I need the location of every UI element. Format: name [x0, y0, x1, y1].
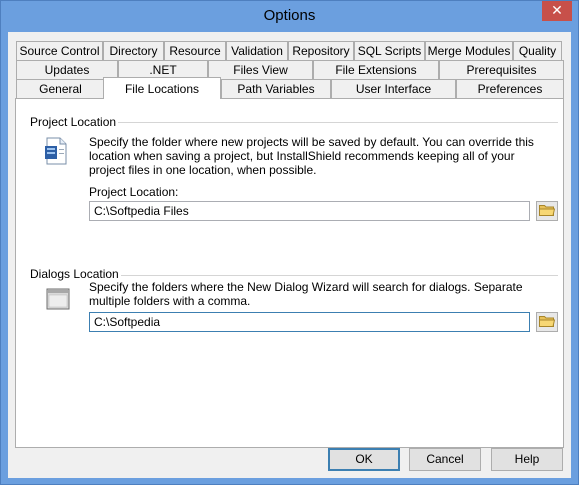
- dialogs-browse-button[interactable]: [536, 312, 558, 332]
- tab-file-locations[interactable]: File Locations: [103, 77, 221, 99]
- project-browse-button[interactable]: [536, 201, 558, 221]
- dialogs-description: Specify the folders where the New Dialog…: [89, 280, 523, 308]
- tab-files-view[interactable]: Files View: [208, 60, 313, 80]
- tab-user-interface[interactable]: User Interface: [331, 79, 456, 99]
- file-locations-panel: Project Location Specify the folder wher…: [15, 98, 564, 448]
- folder-icon: [539, 315, 556, 330]
- tab-preferences[interactable]: Preferences: [456, 79, 564, 99]
- help-button[interactable]: Help: [491, 448, 563, 471]
- tab-directory[interactable]: Directory: [103, 41, 164, 61]
- tab-quality[interactable]: Quality: [513, 41, 562, 61]
- dialogs-location-input[interactable]: C:\Softpedia: [89, 312, 530, 332]
- tab-path-variables[interactable]: Path Variables: [221, 79, 331, 99]
- tab-validation[interactable]: Validation: [226, 41, 288, 61]
- tab-strip: Source Control Directory Resource Valida…: [8, 32, 571, 102]
- tab-resource[interactable]: Resource: [164, 41, 226, 61]
- tab-file-extensions[interactable]: File Extensions: [313, 60, 439, 80]
- project-document-icon: [44, 137, 68, 165]
- folder-icon: [539, 204, 556, 219]
- options-dialog: Options ✕ Source Control Directory Resou…: [0, 0, 579, 485]
- window-title: Options: [263, 7, 316, 24]
- close-icon: ✕: [551, 2, 563, 18]
- dialogs-section-title: Dialogs Location: [30, 267, 121, 281]
- dialog-client-area: Source Control Directory Resource Valida…: [8, 32, 571, 478]
- close-button[interactable]: ✕: [542, 1, 572, 21]
- project-section-title: Project Location: [30, 115, 119, 129]
- project-location-label: Project Location:: [89, 185, 179, 199]
- tab-sql-scripts[interactable]: SQL Scripts: [354, 41, 425, 61]
- title-bar[interactable]: Options ✕: [1, 1, 578, 32]
- tab-prerequisites[interactable]: Prerequisites: [439, 60, 564, 80]
- project-location-input[interactable]: C:\Softpedia Files: [89, 201, 530, 221]
- dialog-window-icon: [46, 287, 70, 311]
- project-description: Specify the folder where new projects wi…: [89, 135, 534, 177]
- tab-merge-modules[interactable]: Merge Modules: [425, 41, 513, 61]
- cancel-button[interactable]: Cancel: [409, 448, 481, 471]
- ok-button[interactable]: OK: [328, 448, 400, 471]
- tab-repository[interactable]: Repository: [288, 41, 354, 61]
- tab-general[interactable]: General: [16, 79, 105, 99]
- tab-source-control[interactable]: Source Control: [16, 41, 103, 61]
